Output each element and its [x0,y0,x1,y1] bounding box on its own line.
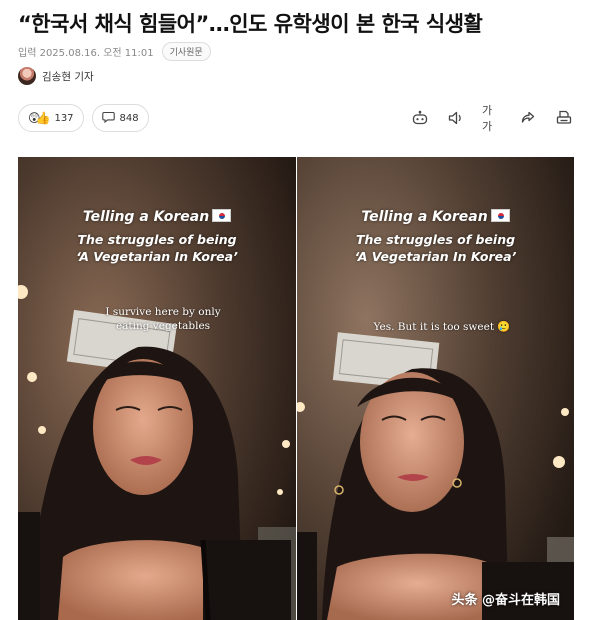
listen-robot-icon[interactable] [410,108,430,128]
print-icon[interactable] [554,108,574,128]
video-caption-title-right: Telling a Korean [297,209,574,225]
video-caption-line3-left: ‘A Vegetarian In Korea’ [76,249,238,264]
article-meta: 입력 2025.08.16. 오전 11:01 기사원문 [18,42,211,61]
video-subtitle-left: I survive here by only eating vegetables [88,305,238,333]
font-size-icon[interactable]: 가가 [482,104,502,133]
share-icon[interactable] [518,108,538,128]
article-title: “한국서 채식 힘들어”…인도 유학생이 본 한국 식생활 [18,12,483,36]
video-caption-line2-right: The struggles of being [355,232,516,247]
reactions-bar: 😲👍 137 848 [18,104,149,132]
video-subtitle-right: Yes. But it is too sweet 🥲 [373,321,511,333]
korea-flag-icon [212,209,232,222]
video-caption-line2-left: The struggles of being [77,232,237,247]
reporter-name[interactable]: 김송현 기자 [42,69,94,84]
watermark: 头条 @奋斗在韩国 [451,593,560,608]
video-frame-illustration-left [18,157,296,620]
comment-count: 848 [119,112,139,124]
korea-flag-icon [490,209,510,222]
reaction-emoji-icon: 😲👍 [28,111,51,125]
speaker-icon[interactable] [446,108,466,128]
video-caption-line3-right: ‘A Vegetarian In Korea’ [354,249,517,264]
reporter-info[interactable]: 김송현 기자 [18,67,94,85]
video-frame-illustration-right [297,157,574,620]
avatar [18,67,36,85]
comment-icon [101,111,115,126]
subtitle-line-2: eating vegetables [115,320,211,332]
subtitle-line-1: I survive here by only [105,306,221,318]
published-date: 입력 2025.08.16. 오전 11:01 [18,48,154,59]
video-still-left: Telling a Korean The struggles of being … [18,157,296,620]
original-article-button[interactable]: 기사원문 [161,42,211,61]
reaction-count: 137 [54,112,74,124]
comment-button[interactable]: 848 [91,104,149,132]
article-toolbar: 가가 [410,104,574,133]
video-still-right: Telling a Korean The struggles of being … [297,157,574,620]
video-caption-title-left: Telling a Korean [18,209,296,225]
reaction-button[interactable]: 😲👍 137 [18,104,84,132]
